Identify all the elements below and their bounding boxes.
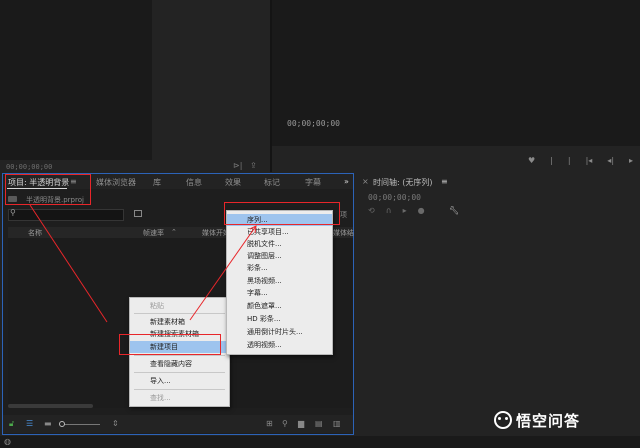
annotation-arrows <box>29 204 257 323</box>
status-bar <box>0 436 640 448</box>
watermark-logo-eye <box>505 417 508 420</box>
watermark-text: 悟空问答 <box>516 412 581 430</box>
arrow-line-menu-to-sequence <box>189 225 257 321</box>
watermark-logo-eye <box>498 417 501 420</box>
arrow-line-project-to-menu <box>29 204 108 323</box>
status-indicator-icon: ◍ <box>4 437 11 446</box>
watermark-logo-icon <box>494 411 512 429</box>
